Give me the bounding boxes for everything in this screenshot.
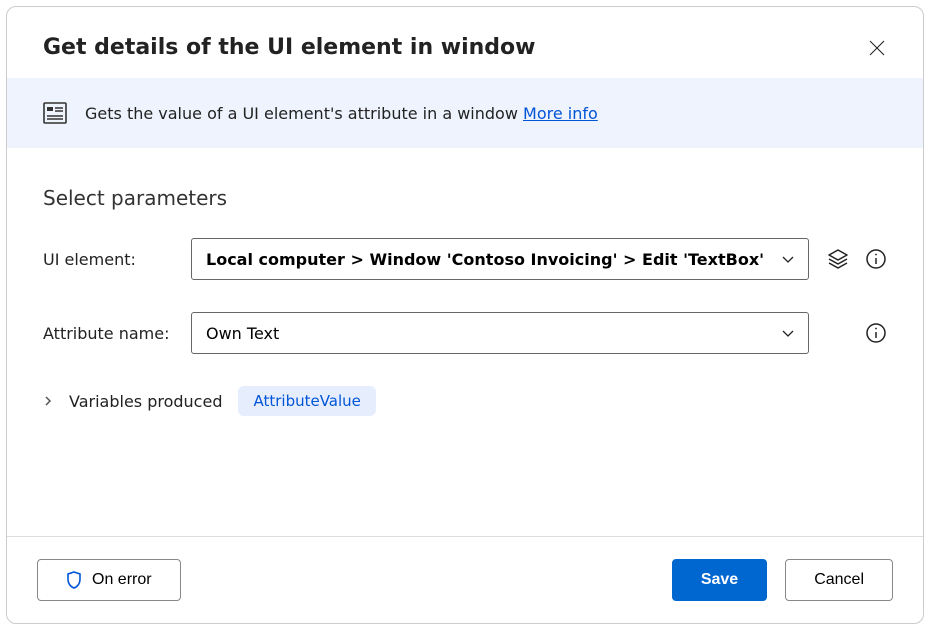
attribute-name-row: Attribute name: Own Text (43, 312, 887, 354)
chevron-down-icon (780, 251, 796, 267)
dialog-title: Get details of the UI element in window (43, 35, 535, 60)
info-icon (865, 322, 887, 344)
attribute-name-dropdown[interactable]: Own Text (191, 312, 809, 354)
shield-icon (66, 571, 82, 589)
attribute-name-label: Attribute name: (43, 324, 191, 343)
parameters: UI element: Local computer > Window 'Con… (7, 238, 923, 536)
ui-element-info-button[interactable] (865, 248, 887, 270)
variable-chip[interactable]: AttributeValue (238, 386, 375, 416)
ui-element-row: UI element: Local computer > Window 'Con… (43, 238, 887, 280)
attribute-info-button[interactable] (865, 322, 887, 344)
ui-element-dropdown[interactable]: Local computer > Window 'Contoso Invoici… (191, 238, 809, 280)
ui-element-value: Local computer > Window 'Contoso Invoici… (206, 250, 764, 269)
form-icon (43, 102, 67, 124)
close-button[interactable] (867, 38, 887, 58)
section-label: Select parameters (7, 148, 923, 238)
info-text: Gets the value of a UI element's attribu… (85, 104, 598, 123)
dialog-footer: On error Save Cancel (7, 536, 923, 623)
cancel-button[interactable]: Cancel (785, 559, 893, 601)
ui-element-label: UI element: (43, 250, 191, 269)
ui-element-picker-button[interactable] (827, 248, 849, 270)
info-bar: Gets the value of a UI element's attribu… (7, 78, 923, 148)
action-dialog: Get details of the UI element in window … (6, 6, 924, 624)
more-info-link[interactable]: More info (523, 104, 598, 123)
info-icon (865, 248, 887, 270)
dialog-header: Get details of the UI element in window (7, 7, 923, 78)
close-icon (869, 40, 885, 56)
on-error-label: On error (92, 571, 152, 589)
layers-icon (827, 248, 849, 270)
attribute-name-value: Own Text (206, 324, 279, 343)
chevron-down-icon (780, 325, 796, 341)
save-button[interactable]: Save (672, 559, 767, 601)
chevron-right-icon (43, 392, 53, 411)
variables-produced-label: Variables produced (69, 392, 222, 411)
on-error-button[interactable]: On error (37, 559, 181, 601)
variables-produced-row[interactable]: Variables produced AttributeValue (43, 386, 887, 416)
